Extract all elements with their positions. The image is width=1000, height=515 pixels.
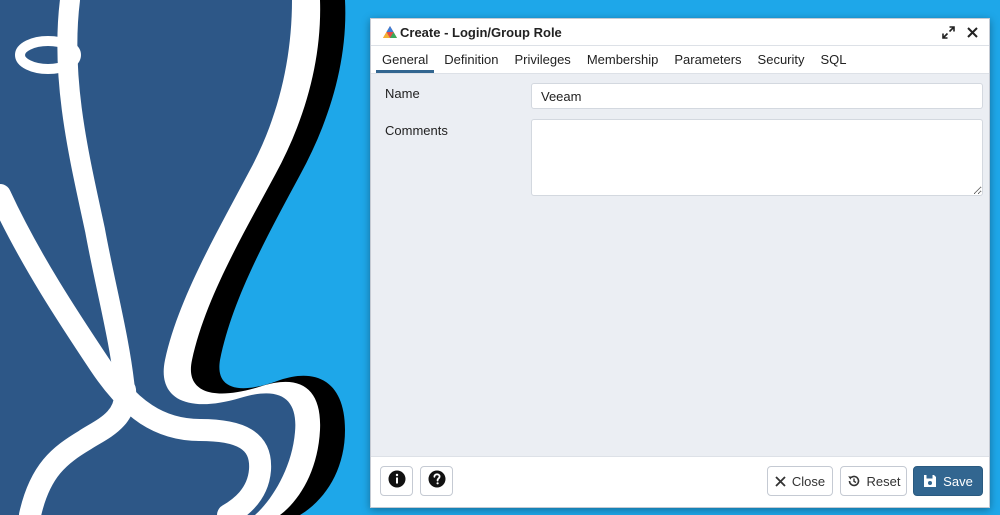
name-label: Name xyxy=(385,86,420,101)
info-circle-icon xyxy=(388,470,406,493)
reset-button-label: Reset xyxy=(866,473,901,489)
tab-membership[interactable]: Membership xyxy=(579,46,667,73)
tab-parameters[interactable]: Parameters xyxy=(666,46,749,73)
expand-arrows-icon[interactable] xyxy=(940,24,956,40)
tab-privileges[interactable]: Privileges xyxy=(506,46,578,73)
dialog-footer: Close Reset Save xyxy=(371,456,989,507)
close-button[interactable]: Close xyxy=(767,466,833,496)
save-floppy-icon xyxy=(923,474,937,488)
dialog-title: Create - Login/Group Role xyxy=(400,24,562,40)
info-button[interactable] xyxy=(380,466,413,496)
tab-security[interactable]: Security xyxy=(750,46,813,73)
role-group-icon xyxy=(382,25,398,39)
close-x-icon xyxy=(775,475,786,487)
name-input[interactable] xyxy=(531,83,983,109)
create-role-dialog: Create - Login/Group Role General Defini… xyxy=(370,18,990,508)
help-button[interactable] xyxy=(420,466,453,496)
dialog-tabs: General Definition Privileges Membership… xyxy=(371,46,989,74)
comments-label: Comments xyxy=(385,123,448,138)
dialog-titlebar[interactable]: Create - Login/Group Role xyxy=(371,19,989,46)
tab-general[interactable]: General xyxy=(374,46,436,73)
tab-sql[interactable]: SQL xyxy=(813,46,855,73)
tab-definition[interactable]: Definition xyxy=(436,46,506,73)
close-button-label: Close xyxy=(791,473,826,489)
reset-history-icon xyxy=(847,474,861,488)
save-button[interactable]: Save xyxy=(913,466,983,496)
close-x-icon[interactable] xyxy=(964,24,980,40)
reset-button[interactable]: Reset xyxy=(840,466,907,496)
save-button-label: Save xyxy=(943,473,973,489)
comments-textarea[interactable] xyxy=(531,119,983,196)
question-circle-icon xyxy=(428,470,446,493)
